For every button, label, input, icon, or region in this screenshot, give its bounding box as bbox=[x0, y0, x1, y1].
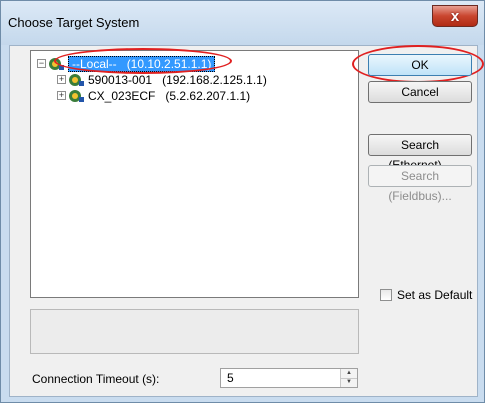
ok-button[interactable]: OK bbox=[368, 54, 472, 76]
expand-icon[interactable]: + bbox=[57, 91, 66, 100]
connection-timeout-spinner[interactable]: ▲ ▼ bbox=[340, 369, 357, 387]
tree-item-local[interactable]: − --Local-- (10.10.2.51.1.1) bbox=[37, 55, 216, 72]
target-tree[interactable]: − --Local-- (10.10.2.51.1.1) + 590013-00… bbox=[30, 50, 359, 298]
close-button[interactable]: x bbox=[432, 5, 478, 27]
tree-item-590013[interactable]: + 590013-001 (192.168.2.125.1.1) bbox=[57, 71, 267, 88]
status-panel bbox=[30, 309, 359, 354]
search-ethernet-button[interactable]: Search (Ethernet)... bbox=[368, 134, 472, 172]
search-fieldbus-button: Search (Fieldbus)... bbox=[368, 165, 472, 203]
tree-item-label: 590013-001 (192.168.2.125.1.1) bbox=[88, 72, 267, 87]
connection-timeout-label: Connection Timeout (s): bbox=[32, 372, 160, 386]
network-icon bbox=[69, 73, 84, 86]
tree-item-label: --Local-- (10.10.2.51.1.1) bbox=[68, 55, 216, 72]
set-as-default-option[interactable]: Set as Default bbox=[380, 288, 472, 302]
window-title: Choose Target System bbox=[8, 15, 140, 30]
network-icon bbox=[69, 89, 84, 102]
collapse-icon[interactable]: − bbox=[37, 59, 46, 68]
close-icon: x bbox=[450, 7, 460, 25]
expand-icon[interactable]: + bbox=[57, 75, 66, 84]
title-bar[interactable]: Choose Target System x bbox=[1, 1, 484, 45]
set-as-default-checkbox[interactable] bbox=[380, 289, 392, 301]
network-icon bbox=[49, 57, 64, 70]
cancel-button[interactable]: Cancel bbox=[368, 81, 472, 103]
set-as-default-label: Set as Default bbox=[397, 288, 473, 302]
spin-down-icon[interactable]: ▼ bbox=[341, 378, 357, 387]
tree-item-label: CX_023ECF (5.2.62.207.1.1) bbox=[88, 88, 251, 103]
connection-timeout-input[interactable] bbox=[220, 368, 358, 388]
tree-item-cx023ecf[interactable]: + CX_023ECF (5.2.62.207.1.1) bbox=[57, 87, 250, 104]
